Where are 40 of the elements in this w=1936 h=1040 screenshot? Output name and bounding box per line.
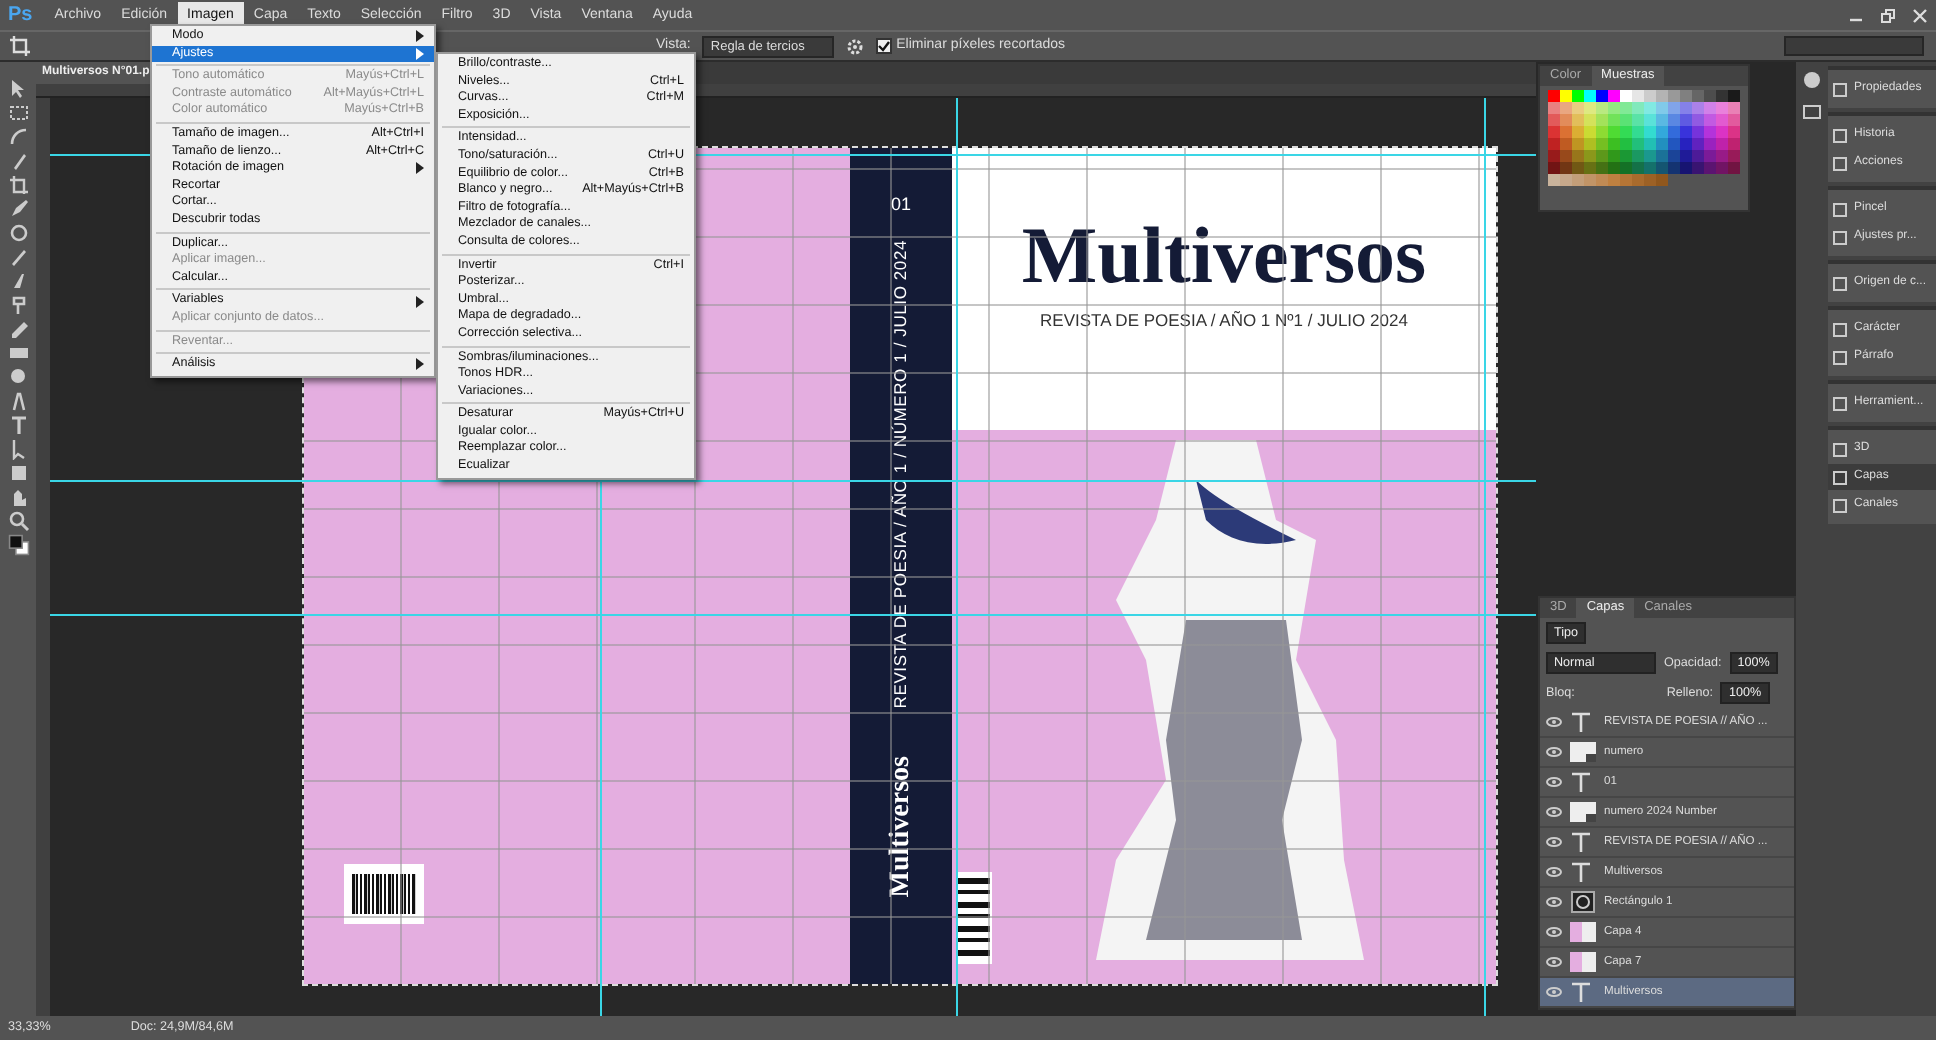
- color-swatches-icon[interactable]: [7, 534, 29, 556]
- panel-icon: [1832, 81, 1848, 97]
- eye-icon[interactable]: [1546, 806, 1562, 818]
- cover-subtitle: REVISTA DE POESIA / AÑO 1 Nº1 / JULIO 2024: [1040, 308, 1408, 334]
- barcode-drawing: [344, 864, 424, 924]
- crop-icon[interactable]: [8, 34, 32, 58]
- barcode-drawing: [956, 872, 992, 964]
- eye-icon[interactable]: [1546, 926, 1562, 938]
- restore-icon[interactable]: [1880, 7, 1896, 23]
- eye-icon[interactable]: [1546, 986, 1562, 998]
- layer-thumbnail: [1568, 950, 1598, 974]
- spine-title: Multiversos: [884, 755, 918, 897]
- eraser-icon[interactable]: [7, 318, 29, 340]
- checkbox[interactable]: [876, 38, 893, 54]
- eye-icon[interactable]: [1546, 896, 1562, 908]
- layer-thumbnail: [1568, 920, 1598, 944]
- panel-icon: [1832, 395, 1848, 411]
- crop-icon[interactable]: [7, 174, 29, 196]
- cover-title: Multiversos: [1021, 216, 1427, 296]
- lasso-icon[interactable]: [7, 126, 29, 148]
- gear-icon[interactable]: [846, 37, 865, 55]
- type-icon[interactable]: [7, 414, 29, 436]
- eye-icon[interactable]: [1546, 866, 1562, 878]
- eye-icon[interactable]: [1546, 836, 1562, 848]
- eye-icon[interactable]: [1546, 716, 1562, 728]
- shape-thumbnail: [1568, 890, 1598, 914]
- eye-icon[interactable]: [1546, 776, 1562, 788]
- spine-number: 01: [890, 192, 911, 218]
- eye-icon[interactable]: [1546, 956, 1562, 968]
- zoom-icon[interactable]: [7, 510, 29, 532]
- eyedropper-icon[interactable]: [7, 198, 29, 220]
- eye-icon[interactable]: [1546, 746, 1562, 758]
- smart-object-thumbnail: [1568, 800, 1598, 824]
- smart-object-thumbnail: [1568, 740, 1598, 764]
- move-icon[interactable]: [7, 78, 29, 100]
- shape-icon[interactable]: [7, 462, 29, 484]
- close-icon[interactable]: [1912, 7, 1928, 23]
- app-logo: Ps: [6, 2, 35, 30]
- marquee-icon[interactable]: [7, 102, 29, 124]
- panel-icon: [1832, 275, 1848, 291]
